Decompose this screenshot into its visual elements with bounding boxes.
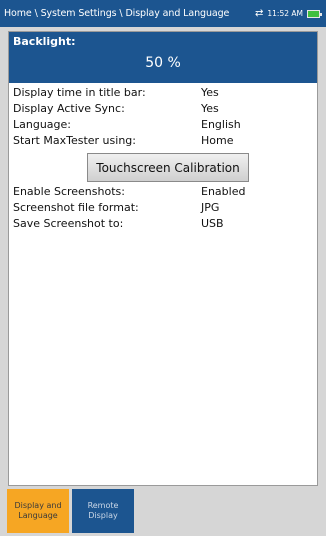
display-time-row[interactable]: Display time in title bar: Yes <box>9 86 317 100</box>
breadcrumb[interactable]: Home \ System Settings \ Display and Lan… <box>0 8 255 19</box>
file-format-label: Screenshot file format: <box>13 201 139 214</box>
status-area: ⇄ 11:52 AM <box>255 7 326 19</box>
tab-bar: Display and Language Remote Display <box>0 487 326 536</box>
display-time-value[interactable]: Yes <box>201 86 219 99</box>
save-to-row[interactable]: Save Screenshot to: USB <box>9 217 317 231</box>
backlight-slider[interactable]: Backlight: 50 % <box>9 32 317 83</box>
battery-icon <box>307 9 322 18</box>
sync-arrows-icon: ⇄ <box>255 7 264 19</box>
enable-screenshots-value[interactable]: Enabled <box>201 185 245 198</box>
display-time-label: Display time in title bar: <box>13 86 146 99</box>
tab-remote-display[interactable]: Remote Display <box>72 489 134 533</box>
title-bar: Home \ System Settings \ Display and Lan… <box>0 0 326 27</box>
settings-panel: Backlight: 50 % Display time in title ba… <box>8 31 318 486</box>
file-format-value[interactable]: JPG <box>201 201 219 214</box>
tab-display-and-language[interactable]: Display and Language <box>7 489 69 533</box>
touchscreen-calibration-button[interactable]: Touchscreen Calibration <box>87 153 249 182</box>
language-value[interactable]: English <box>201 118 241 131</box>
backlight-value: 50 % <box>145 55 181 71</box>
save-to-value[interactable]: USB <box>201 217 224 230</box>
clock: 11:52 AM <box>267 9 303 18</box>
start-using-label: Start MaxTester using: <box>13 134 136 147</box>
enable-screenshots-row[interactable]: Enable Screenshots: Enabled <box>9 185 317 199</box>
active-sync-row[interactable]: Display Active Sync: Yes <box>9 102 317 116</box>
file-format-row[interactable]: Screenshot file format: JPG <box>9 201 317 215</box>
language-label: Language: <box>13 118 71 131</box>
language-row[interactable]: Language: English <box>9 118 317 132</box>
start-using-value[interactable]: Home <box>201 134 233 147</box>
enable-screenshots-label: Enable Screenshots: <box>13 185 125 198</box>
active-sync-value[interactable]: Yes <box>201 102 219 115</box>
save-to-label: Save Screenshot to: <box>13 217 124 230</box>
start-using-row[interactable]: Start MaxTester using: Home <box>9 134 317 148</box>
active-sync-label: Display Active Sync: <box>13 102 125 115</box>
backlight-label: Backlight: <box>13 35 76 48</box>
